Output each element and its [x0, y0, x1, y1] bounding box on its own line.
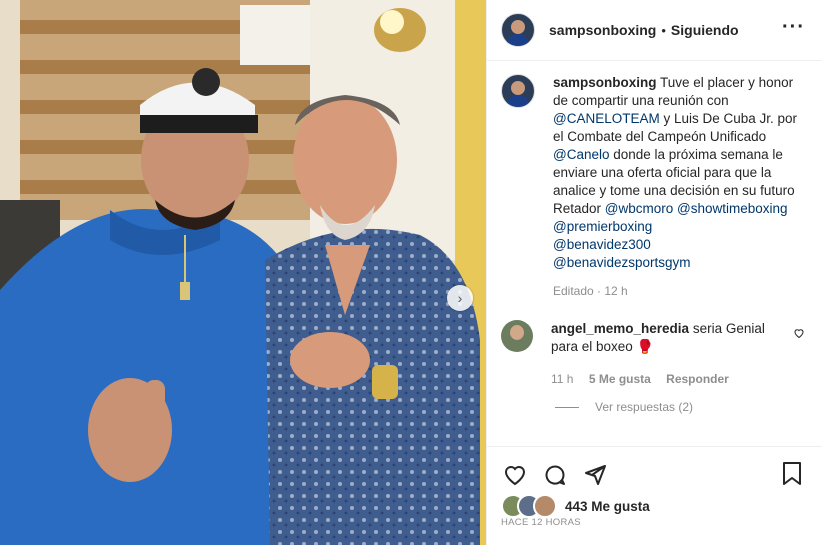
comment-time: 11 h — [551, 372, 574, 386]
post-timestamp: HACE 12 HORAS — [501, 517, 581, 528]
comment-like-heart-icon[interactable] — [793, 327, 805, 342]
mention-link[interactable]: @benavidezsportsgym — [553, 255, 691, 270]
caption-username[interactable]: sampsonboxing — [553, 75, 657, 90]
liker-avatar — [533, 494, 557, 518]
mention-link[interactable]: @Canelo — [553, 147, 610, 162]
post-photo[interactable]: › — [0, 0, 486, 545]
save-bookmark-icon[interactable] — [781, 461, 805, 489]
caption-text: sampsonboxing Tuve el placer y honor de … — [553, 74, 811, 300]
separator-dot: • — [661, 22, 666, 38]
caption-avatar[interactable] — [501, 74, 535, 108]
view-replies-button[interactable]: Ver respuestas (2) — [555, 400, 693, 414]
mention-link[interactable]: @premierboxing — [553, 219, 652, 234]
action-icons — [501, 461, 621, 489]
mention-link[interactable]: @benavidez300 — [553, 237, 651, 252]
replies-divider-line — [555, 406, 579, 408]
likes-summary[interactable]: 443 Me gusta — [501, 494, 650, 518]
post-header: sampsonboxing • Siguiendo ··· — [487, 0, 822, 61]
mention-link[interactable]: @CANELOTEAM — [553, 111, 660, 126]
following-button[interactable]: Siguiendo — [671, 22, 739, 38]
comment-likes[interactable]: 5 Me gusta — [589, 372, 651, 386]
commenter-avatar[interactable] — [501, 320, 533, 352]
comment-item: angel_memo_heredia seria Genial para el … — [501, 320, 811, 388]
instagram-post-view: › sampsonboxing • Siguiendo ··· sampsonb… — [0, 0, 822, 546]
view-replies-label: Ver respuestas (2) — [595, 400, 694, 414]
more-options-icon[interactable]: ··· — [782, 16, 805, 39]
reply-button[interactable]: Responder — [666, 372, 729, 386]
comment-bubble-icon[interactable] — [541, 461, 569, 489]
author-avatar[interactable] — [501, 13, 535, 47]
post-side-panel: sampsonboxing • Siguiendo ··· sampsonbox… — [486, 0, 822, 546]
share-plane-icon[interactable] — [581, 461, 609, 489]
mention-link[interactable]: @wbcmoro — [605, 201, 673, 216]
post-photo-illustration — [0, 0, 486, 545]
caption-edited-time: Editado · 12 h — [553, 284, 628, 298]
commenter-username[interactable]: angel_memo_heredia — [551, 321, 689, 336]
post-caption: sampsonboxing Tuve el placer y honor de … — [501, 74, 811, 300]
post-action-bar: 443 Me gusta HACE 12 HORAS — [487, 446, 822, 546]
chevron-right-icon: › — [457, 290, 463, 306]
next-image-button[interactable]: › — [447, 285, 473, 311]
comment-actions: 11 h 5 Me gusta Responder — [551, 370, 781, 388]
comment-body: angel_memo_heredia seria Genial para el … — [551, 320, 781, 388]
author-username[interactable]: sampsonboxing — [549, 22, 656, 38]
like-heart-icon[interactable] — [501, 461, 529, 489]
mention-link[interactable]: @showtimeboxing — [677, 201, 788, 216]
likes-count[interactable]: 443 Me gusta — [565, 499, 650, 514]
